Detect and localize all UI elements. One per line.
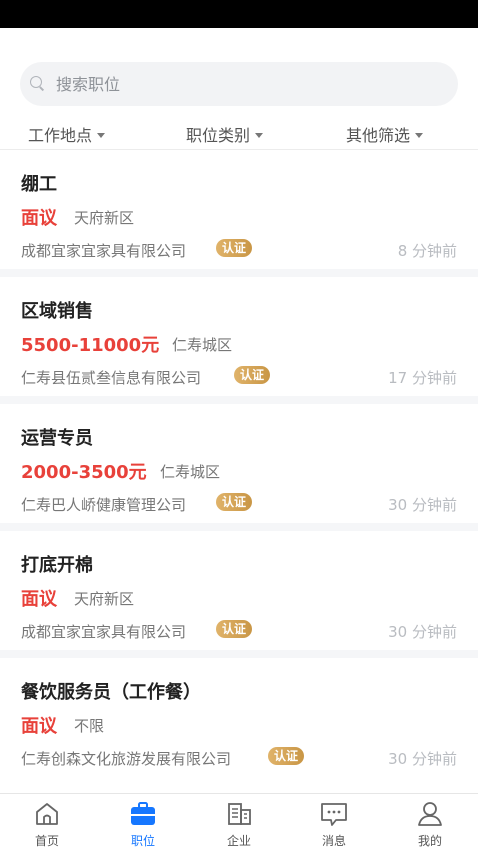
job-salary: 面议 bbox=[21, 208, 57, 229]
bottom-tab-bar: 首页 职位 企业 消息 我的 bbox=[0, 793, 478, 850]
job-title: 餐饮服务员（工作餐） bbox=[21, 682, 201, 703]
job-location: 仁寿城区 bbox=[160, 463, 221, 481]
filter-other-label: 其他筛选 bbox=[346, 126, 411, 145]
verified-badge: 认证 bbox=[268, 747, 305, 765]
home-icon bbox=[36, 803, 58, 825]
job-card[interactable]: 绷工 面议 天府新区 成都宜家宜家具有限公司 认证 8 分钟前 bbox=[0, 150, 478, 277]
search-bar[interactable] bbox=[20, 62, 458, 106]
tab-jobs[interactable]: 职位 bbox=[108, 794, 178, 850]
filter-other[interactable]: 其他筛选 bbox=[346, 122, 424, 146]
job-location: 天府新区 bbox=[74, 209, 135, 227]
job-company: 成都宜家宜家具有限公司 bbox=[21, 242, 187, 260]
job-title: 区域销售 bbox=[21, 301, 93, 322]
job-location: 不限 bbox=[74, 717, 105, 735]
job-time: 8 分钟前 bbox=[397, 242, 457, 260]
job-card[interactable]: 运营专员 2000-3500元 仁寿城区 仁寿巴人峤健康管理公司 认证 30 分… bbox=[0, 404, 478, 531]
job-salary: 面议 bbox=[21, 589, 57, 610]
tab-messages[interactable]: 消息 bbox=[299, 794, 369, 850]
tab-home-label: 首页 bbox=[34, 834, 59, 848]
caret-down-icon bbox=[97, 132, 106, 138]
verified-badge: 认证 bbox=[216, 239, 253, 257]
message-icon bbox=[321, 803, 347, 826]
search-input[interactable] bbox=[56, 74, 416, 94]
job-title: 运营专员 bbox=[21, 428, 93, 449]
caret-down-icon bbox=[415, 132, 424, 138]
tab-company-label: 企业 bbox=[226, 834, 251, 848]
job-time: 30 分钟前 bbox=[388, 496, 457, 514]
job-time: 30 分钟前 bbox=[388, 623, 457, 641]
search-icon bbox=[30, 76, 46, 92]
job-list: 绷工 面议 天府新区 成都宜家宜家具有限公司 认证 8 分钟前 区域销售 550… bbox=[0, 150, 478, 785]
verified-badge: 认证 bbox=[216, 620, 253, 638]
job-salary: 5500-11000元 bbox=[21, 335, 160, 356]
filter-location-label: 工作地点 bbox=[28, 126, 93, 145]
filter-location[interactable]: 工作地点 bbox=[28, 122, 106, 146]
profile-icon bbox=[418, 802, 442, 826]
job-card[interactable]: 区域销售 5500-11000元 仁寿城区 仁寿县伍贰叁信息有限公司 认证 17… bbox=[0, 277, 478, 404]
filter-bar: 工作地点 职位类别 其他筛选 bbox=[0, 118, 478, 150]
tab-home[interactable]: 首页 bbox=[12, 794, 82, 850]
job-time: 30 分钟前 bbox=[388, 750, 457, 768]
job-company: 仁寿创森文化旅游发展有限公司 bbox=[21, 750, 232, 768]
job-title: 打底开棉 bbox=[21, 555, 93, 576]
tab-messages-label: 消息 bbox=[321, 834, 346, 848]
verified-badge: 认证 bbox=[234, 366, 271, 384]
tab-company[interactable]: 企业 bbox=[204, 794, 274, 850]
filter-category[interactable]: 职位类别 bbox=[186, 122, 264, 146]
job-company: 仁寿巴人峤健康管理公司 bbox=[21, 496, 187, 514]
status-bar bbox=[0, 0, 478, 28]
job-card[interactable]: 打底开棉 面议 天府新区 成都宜家宜家具有限公司 认证 30 分钟前 bbox=[0, 531, 478, 658]
verified-badge: 认证 bbox=[216, 493, 253, 511]
job-company: 成都宜家宜家具有限公司 bbox=[21, 623, 187, 641]
filter-category-label: 职位类别 bbox=[186, 126, 251, 145]
job-salary: 2000-3500元 bbox=[21, 462, 147, 483]
job-company: 仁寿县伍贰叁信息有限公司 bbox=[21, 369, 202, 387]
briefcase-icon bbox=[131, 802, 155, 825]
job-salary: 面议 bbox=[21, 716, 57, 737]
caret-down-icon bbox=[255, 132, 264, 138]
tab-jobs-label: 职位 bbox=[130, 834, 155, 848]
job-location: 天府新区 bbox=[74, 590, 135, 608]
tab-profile-label: 我的 bbox=[417, 834, 442, 848]
job-card[interactable]: 餐饮服务员（工作餐） 面议 不限 仁寿创森文化旅游发展有限公司 认证 30 分钟… bbox=[0, 658, 478, 785]
building-icon bbox=[228, 803, 251, 825]
tab-profile[interactable]: 我的 bbox=[395, 794, 465, 850]
job-title: 绷工 bbox=[21, 174, 57, 195]
job-time: 17 分钟前 bbox=[388, 369, 457, 387]
job-location: 仁寿城区 bbox=[172, 336, 233, 354]
